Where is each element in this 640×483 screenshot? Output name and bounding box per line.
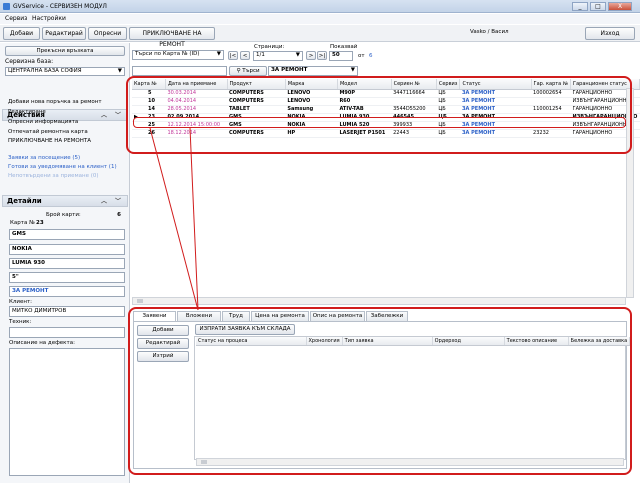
annotation-lines bbox=[149, 127, 199, 311]
